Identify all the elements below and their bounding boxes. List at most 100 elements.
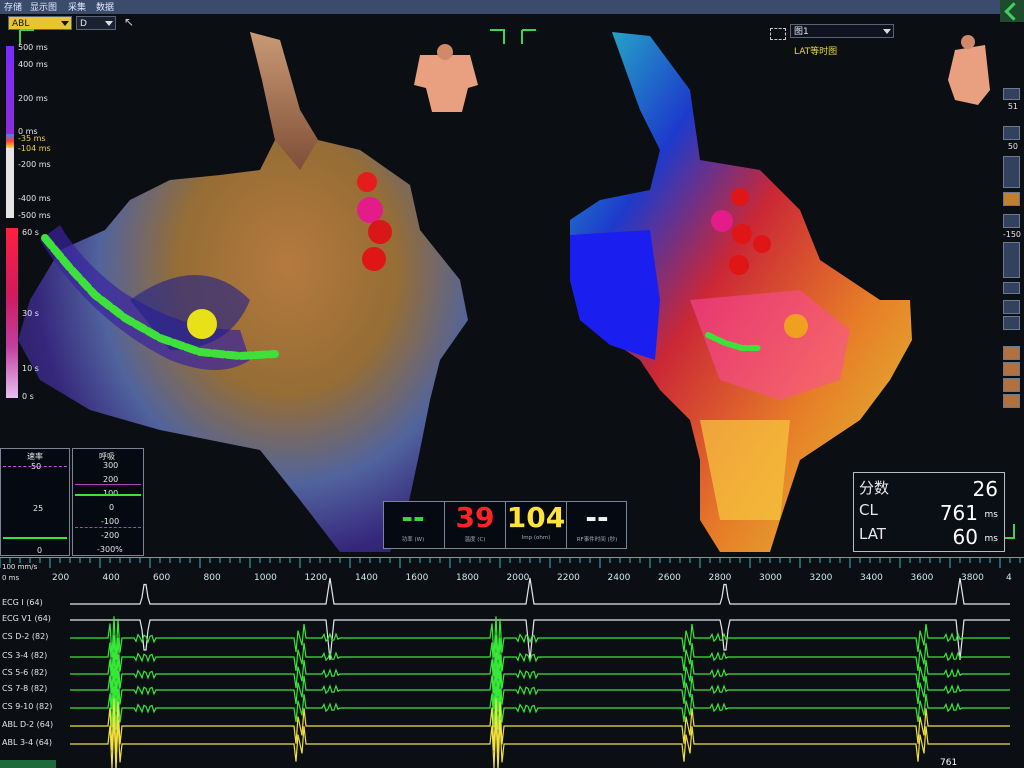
rate-tick: 25	[33, 504, 44, 513]
stat-key: 分数	[859, 479, 890, 497]
torso-orientation-icon	[414, 44, 478, 112]
power-value: --	[401, 501, 425, 534]
timeline-tick-label: 3000	[759, 573, 782, 583]
stat-row: LAT 60 ms	[854, 525, 1004, 549]
timeline-tick-label: 1400	[355, 573, 378, 583]
temperature-label: 温度 (C)	[464, 537, 486, 543]
channel-label[interactable]: CS 9-10 (82)	[2, 702, 52, 711]
mountain-icon[interactable]	[1003, 88, 1020, 100]
impedance-value: 104	[506, 501, 566, 534]
timeline-tick-label: 2400	[608, 573, 631, 583]
timeline-tick-label: 1600	[406, 573, 429, 583]
temperature-readout: 39 温度 (C)	[444, 501, 505, 549]
stat-key: CL	[859, 501, 878, 519]
tool-value: 51	[1007, 102, 1018, 111]
view-pa-icon[interactable]	[1003, 362, 1020, 376]
stat-unit: ms	[984, 534, 998, 544]
power-readout: -- 功率 (W)	[383, 501, 443, 549]
rate-tick: 0	[37, 546, 43, 555]
lat-window-marker[interactable]	[6, 134, 14, 148]
resp-tick: 200	[103, 475, 119, 484]
signal-trace	[70, 716, 1010, 768]
status-bar-indicator	[0, 760, 56, 768]
view-down-icon[interactable]	[1003, 316, 1020, 330]
map-stats-panel: 分数 26 CL 761 ms LAT 60 ms	[853, 472, 1005, 552]
lat-scale-label: -35 ms	[18, 134, 46, 143]
channel-label[interactable]: ECG I (64)	[2, 598, 43, 607]
view-right-icon[interactable]	[1003, 394, 1020, 408]
stat-row: 分数 26	[854, 477, 1004, 501]
lat-scale-label: 400 ms	[18, 60, 48, 69]
lat-scale-label: -200 ms	[18, 160, 51, 169]
timeline-tick-label: 2600	[658, 573, 681, 583]
resp-tick: 300	[103, 461, 119, 470]
impedance-label: Imp (ohm)	[521, 535, 551, 541]
signal-trace	[70, 668, 1010, 712]
stat-value: 26	[972, 477, 998, 501]
rf-time-value: --	[585, 501, 609, 534]
tool-value: -150	[1002, 230, 1021, 239]
color-icon[interactable]	[1003, 192, 1020, 206]
view-left-icon[interactable]	[1003, 378, 1020, 392]
temperature-value: 39	[455, 501, 495, 534]
torso-side-icon	[948, 35, 990, 105]
timeline-tick-label: 1800	[456, 573, 479, 583]
power-label: 功率 (W)	[401, 537, 425, 543]
lat-scale-label: -104 ms	[18, 144, 51, 153]
impedance-readout: 104 Imp (ohm)	[505, 501, 566, 549]
rf-time-readout: -- RF事件时间 (秒)	[566, 501, 627, 549]
rf-time-label: RF事件时间 (秒)	[576, 537, 618, 543]
opacity-slider[interactable]	[1003, 156, 1020, 188]
timeline-tick-label: 4	[1006, 573, 1012, 583]
respiration-panel: 呼吸 300 200 100 0 -100 -200 -300%	[72, 448, 144, 556]
time-scale-label: 30 s	[22, 309, 39, 318]
resp-tick: -300%	[97, 545, 123, 554]
lock-icon[interactable]	[1003, 282, 1020, 294]
view-up-icon[interactable]	[1003, 300, 1020, 314]
timeline-tick-label: 3800	[961, 573, 984, 583]
timeline-tick-label: 1000	[254, 573, 277, 583]
rate-panel: 速率 50 25 0	[0, 448, 70, 556]
timeline-tick-label: 3600	[911, 573, 934, 583]
opacity-slider-icon[interactable]	[1003, 126, 1020, 140]
time-color-bar	[6, 228, 18, 398]
timeline-tick-label: 2800	[709, 573, 732, 583]
signal-trace	[70, 698, 1010, 754]
lat-scale-label: -500 ms	[18, 211, 51, 220]
channel-label[interactable]: CS 7-8 (82)	[2, 684, 47, 693]
rate-panel-title: 速率	[27, 452, 43, 461]
channel-label[interactable]: ECG V1 (64)	[2, 614, 51, 623]
channel-label[interactable]: ABL D-2 (64)	[2, 720, 53, 729]
lat-scale-label: -400 ms	[18, 194, 51, 203]
timeline-tick-label: 2000	[507, 573, 530, 583]
timeline-tick-label: 3400	[860, 573, 883, 583]
stat-key: LAT	[859, 525, 886, 543]
signal-trace	[70, 652, 1010, 696]
channel-label[interactable]: CS 5-6 (82)	[2, 668, 47, 677]
signal-trace	[70, 616, 1010, 660]
shrink-icon[interactable]	[1003, 214, 1020, 228]
resp-tick: -100	[101, 517, 120, 526]
projection-slider[interactable]	[1003, 242, 1020, 278]
tool-value: 50	[1007, 142, 1018, 151]
stat-value: 761	[939, 501, 978, 525]
time-scale-label: 0 s	[22, 392, 34, 401]
lat-scale-label: 200 ms	[18, 94, 48, 103]
timeline-tick-label: 1200	[305, 573, 328, 583]
timeline-tick-label: 200	[52, 573, 69, 583]
lat-scale-label: 500 ms	[18, 43, 48, 52]
stat-unit: ms	[984, 510, 998, 520]
channel-label[interactable]: CS D-2 (82)	[2, 632, 48, 641]
timeline-tick-label: 400	[103, 573, 120, 583]
timeline-tick-label: 600	[153, 573, 170, 583]
view-ap-icon[interactable]	[1003, 346, 1020, 360]
timeline-tick-label: 2200	[557, 573, 580, 583]
time-scale-label: 60 s	[22, 228, 39, 237]
lat-color-bar	[6, 46, 14, 134]
signal-trace	[70, 686, 1010, 730]
channel-label[interactable]: CS 3-4 (82)	[2, 651, 47, 660]
cycle-length-value: 761	[940, 758, 958, 768]
channel-label[interactable]: ABL 3-4 (64)	[2, 738, 52, 747]
signal-traces[interactable]: 200 400 600 800 1000 1200 1400 1600 1800 2000 2200…	[0, 556, 1024, 768]
signal-trace	[70, 635, 1010, 679]
